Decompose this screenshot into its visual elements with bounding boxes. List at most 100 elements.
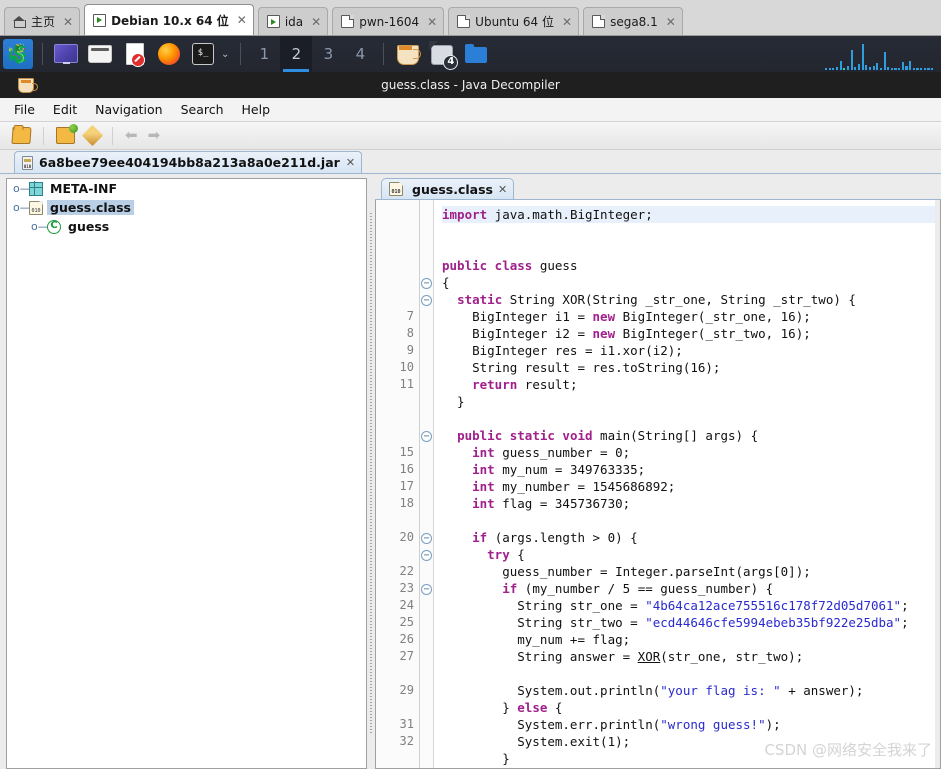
- jar-tab-close-icon[interactable]: ✕: [346, 156, 355, 169]
- code-fold-toggle[interactable]: −: [420, 274, 433, 291]
- vm-tab-strip: 主页 ✕ Debian 10.x 64 位 ✕ ida ✕ pwn-1604 ✕ Ubuntu …: [0, 0, 941, 36]
- vm-tab-5[interactable]: sega8.1 ✕: [583, 7, 683, 35]
- graph-bar: [825, 68, 828, 70]
- editor-vertical-scrollbar[interactable]: [935, 200, 940, 768]
- open-recent-icon[interactable]: [56, 124, 78, 144]
- tree-expand-handle[interactable]: o—: [13, 182, 31, 195]
- vm-tab-label: sega8.1: [610, 14, 658, 29]
- graph-bar: [854, 67, 857, 70]
- forward-arrow-icon[interactable]: ➡: [148, 128, 161, 143]
- graph-bar: [883, 52, 886, 70]
- vm-tab-1[interactable]: Debian 10.x 64 位 ✕: [84, 4, 254, 35]
- graph-bar: [887, 67, 890, 70]
- code-fold-toggle[interactable]: −: [420, 427, 433, 444]
- code-line: my_num += flag;: [442, 632, 631, 647]
- tree-node-guess[interactable]: o— Cguess: [7, 217, 366, 236]
- line-number: 31: [399, 717, 414, 731]
- menu-item-edit[interactable]: Edit: [53, 102, 77, 117]
- line-number: [376, 512, 419, 529]
- code-fold-toggle[interactable]: −: [420, 546, 433, 563]
- code-fold-toggle[interactable]: −: [420, 291, 433, 308]
- tree-node-guess-class[interactable]: o— guess.class: [7, 198, 366, 217]
- menu-item-search[interactable]: Search: [181, 102, 224, 117]
- vm-tab-3[interactable]: pwn-1604 ✕: [332, 7, 445, 35]
- vm-tab-close-icon[interactable]: ✕: [311, 15, 321, 29]
- terminal-window-icon[interactable]: 4: [429, 41, 459, 70]
- app-title-bar: guess.class - Java Decompiler: [0, 72, 941, 98]
- line-number: 20: [399, 530, 414, 544]
- line-number: 18: [399, 496, 414, 510]
- taskbar-divider-1: [42, 43, 43, 65]
- graph-bar: [923, 68, 926, 70]
- line-number: 11: [399, 377, 414, 391]
- code-fold-empty: [420, 410, 433, 427]
- vm-tab-close-icon[interactable]: ✕: [237, 13, 247, 27]
- workspace-4[interactable]: 4: [344, 36, 376, 72]
- split-divider[interactable]: [366, 178, 375, 769]
- edit-pen-icon[interactable]: [81, 124, 104, 147]
- graph-bar: [861, 44, 864, 70]
- line-number: 25: [399, 615, 414, 629]
- vm-tab-close-icon[interactable]: ✕: [63, 15, 73, 29]
- vm-tab-0[interactable]: 主页 ✕: [4, 7, 81, 35]
- back-arrow-icon[interactable]: ⬅: [125, 128, 138, 143]
- tree-expand-handle[interactable]: o—: [31, 220, 49, 233]
- line-number: 7: [406, 309, 414, 323]
- kali-taskbar: 🐉 $_ ⌄ 1 2 3 4 4: [0, 36, 941, 72]
- graph-bar: [916, 68, 919, 70]
- files-icon[interactable]: [88, 41, 114, 67]
- editor-tab-close-icon[interactable]: ✕: [498, 183, 507, 196]
- menu-item-file[interactable]: File: [14, 102, 35, 117]
- jar-tree[interactable]: o—META-INFo—guess.classo—Cguess: [6, 178, 366, 769]
- menu-bar: File Edit Navigation Search Help: [0, 98, 941, 122]
- code-fold-empty: [420, 393, 433, 410]
- document-icon[interactable]: [122, 41, 148, 67]
- code-fold-empty: [420, 308, 433, 325]
- workspace-1[interactable]: 1: [248, 36, 280, 72]
- line-number: 26: [399, 632, 414, 646]
- jar-tab[interactable]: 6a8bee79ee404194bb8a213a8a0e211d.jar ✕: [14, 151, 363, 173]
- folder-window-icon[interactable]: [463, 41, 489, 67]
- graph-bar: [898, 68, 901, 70]
- vm-tab-4[interactable]: Ubuntu 64 位 ✕: [448, 7, 580, 35]
- kali-menu-button[interactable]: 🐉: [3, 39, 33, 69]
- code-fold-toggle[interactable]: −: [420, 529, 433, 546]
- open-file-icon[interactable]: [11, 127, 32, 144]
- workspace-2[interactable]: 2: [280, 36, 313, 72]
- display-icon[interactable]: [54, 41, 80, 67]
- line-number: 9: [406, 343, 414, 357]
- vm-tab-2[interactable]: ida ✕: [257, 7, 329, 35]
- editor-tab-guess-class[interactable]: guess.class ✕: [381, 178, 515, 199]
- workspace-3[interactable]: 3: [312, 36, 344, 72]
- app-toolbar: ⬅ ➡: [0, 122, 941, 150]
- terminal-icon[interactable]: $_: [190, 41, 216, 67]
- menu-item-help[interactable]: Help: [242, 102, 271, 117]
- line-number: [376, 699, 419, 716]
- vm-tab-close-icon[interactable]: ✕: [427, 15, 437, 29]
- chevron-down-icon[interactable]: ⌄: [221, 49, 229, 60]
- code-fold-empty: [420, 512, 433, 529]
- code-line: System.exit(1);: [442, 734, 631, 749]
- editor-tab-label: guess.class: [412, 181, 493, 197]
- vm-tab-close-icon[interactable]: ✕: [666, 15, 676, 29]
- java-cup-window-icon[interactable]: [395, 41, 421, 67]
- tree-node-META-INF[interactable]: o— META-INF: [7, 179, 366, 198]
- tree-expand-handle[interactable]: o—: [13, 201, 31, 214]
- tree-node-label: guess: [68, 219, 110, 234]
- graph-bar: [909, 61, 912, 70]
- code-line: int my_number = 1545686892;: [472, 479, 676, 494]
- menu-item-navigation[interactable]: Navigation: [95, 102, 162, 117]
- line-number: [376, 206, 419, 223]
- code-fold-empty: [420, 478, 433, 495]
- code-viewer[interactable]: 7 8 9 10 11 15 16 17 18 20 22 23 24 25 26 27 29 31 32 − − − −…: [375, 200, 941, 769]
- vm-tab-close-icon[interactable]: ✕: [562, 15, 572, 29]
- code-fold-column[interactable]: − − − − − −: [420, 200, 434, 768]
- code-fold-empty: [420, 682, 433, 699]
- code-line: BigInteger i2 = new BigInteger(_str_two,…: [442, 326, 811, 341]
- code-line: int flag = 345736730;: [472, 496, 631, 511]
- code-fold-toggle[interactable]: −: [420, 580, 433, 597]
- firefox-icon[interactable]: [156, 41, 182, 67]
- code-line: }: [442, 751, 510, 766]
- kali-dragon-icon: 🐉: [6, 42, 30, 65]
